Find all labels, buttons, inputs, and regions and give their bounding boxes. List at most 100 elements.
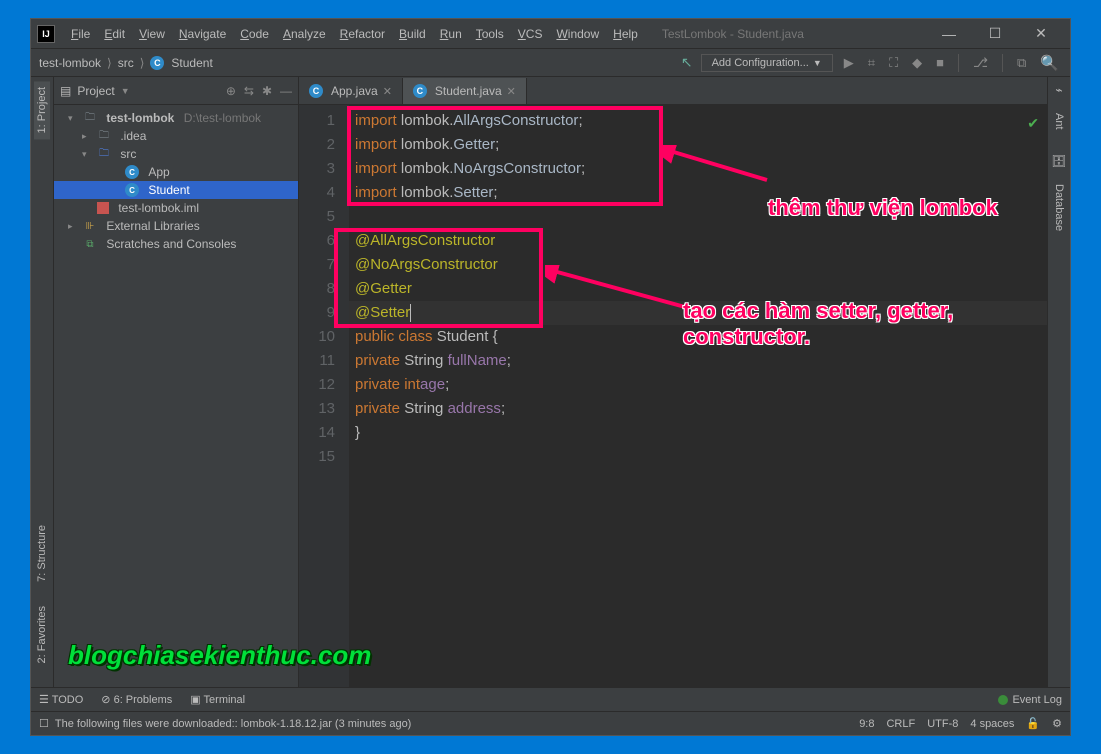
search-everywhere-icon[interactable]: ⧉ — [1014, 55, 1029, 71]
title-bar: IJ FileEditViewNavigateCodeAnalyzeRefact… — [31, 19, 1070, 49]
right-tool-stripe: ⌁ Ant 🗄 Database — [1047, 77, 1070, 687]
tab-label: Student.java — [435, 84, 502, 98]
indent-info[interactable]: 4 spaces — [970, 718, 1014, 730]
menu-navigate[interactable]: Navigate — [173, 24, 232, 44]
main-area: 1: Project 7: Structure 2: Favorites ▤ P… — [31, 77, 1070, 687]
code-line[interactable]: @AllArgsConstructor — [349, 229, 1047, 253]
structure-tool-tab[interactable]: 7: Structure — [34, 519, 50, 588]
file-encoding[interactable]: UTF-8 — [927, 718, 958, 730]
menu-window[interactable]: Window — [550, 24, 605, 44]
run-config-label: Add Configuration... — [712, 57, 809, 69]
code-line[interactable]: import lombok.AllArgsConstructor; — [349, 109, 1047, 133]
menu-file[interactable]: File — [65, 24, 96, 44]
tree-folder-idea[interactable]: ▸🗀 .idea — [54, 127, 298, 145]
menu-build[interactable]: Build — [393, 24, 432, 44]
code-line[interactable]: import lombok.NoArgsConstructor; — [349, 157, 1047, 181]
code-line[interactable]: private int age; — [349, 373, 1047, 397]
window-controls: — ☐ ✕ — [926, 20, 1064, 48]
inspection-ok-icon: ✔ — [1027, 111, 1039, 135]
folder-icon: 🗀 — [83, 111, 97, 125]
tree-scratches[interactable]: ⧉ Scratches and Consoles — [54, 235, 298, 253]
select-opened-file-icon[interactable]: ⊕ — [226, 84, 236, 98]
code-line[interactable]: private String fullName; — [349, 349, 1047, 373]
terminal-tab[interactable]: ▣ Terminal — [190, 693, 245, 706]
stop-icon[interactable]: ■ — [933, 55, 947, 70]
code-line[interactable]: import lombok.Setter; — [349, 181, 1047, 205]
code-line[interactable] — [349, 205, 1047, 229]
tree-external-libs[interactable]: ▸⊪ External Libraries — [54, 217, 298, 235]
tab-close-icon[interactable]: ✕ — [507, 85, 516, 98]
menu-help[interactable]: Help — [607, 24, 644, 44]
project-tool-window: ▤ Project ▼ ⊕ ⇆ ✱ — ▾🗀 test-lombok D:\te… — [54, 77, 299, 687]
line-separator[interactable]: CRLF — [886, 718, 915, 730]
tree-folder-src[interactable]: ▾🗀 src — [54, 145, 298, 163]
profile-icon[interactable]: ◆ — [909, 55, 925, 71]
project-panel-title[interactable]: Project — [77, 84, 114, 98]
menu-tools[interactable]: Tools — [470, 24, 510, 44]
code-line[interactable]: @Setter — [349, 301, 1047, 325]
memory-indicator-icon[interactable]: ⚙ — [1052, 717, 1062, 730]
breadcrumb-item[interactable]: Student — [171, 56, 212, 70]
window-title: TestLombok - Student.java — [662, 27, 804, 41]
caret-position[interactable]: 9:8 — [859, 718, 874, 730]
code-line[interactable]: @NoArgsConstructor — [349, 253, 1047, 277]
class-icon: C — [125, 183, 139, 197]
code-line[interactable]: public class Student { — [349, 325, 1047, 349]
run-icon[interactable]: ▶ — [841, 55, 857, 71]
code-content[interactable]: ✔ import lombok.AllArgsConstructor;impor… — [349, 105, 1047, 687]
project-tree: ▾🗀 test-lombok D:\test-lombok ▸🗀 .idea ▾… — [54, 105, 298, 257]
tab-close-icon[interactable]: ✕ — [383, 85, 392, 98]
code-line[interactable]: private String address; — [349, 397, 1047, 421]
menu-run[interactable]: Run — [434, 24, 468, 44]
menu-refactor[interactable]: Refactor — [334, 24, 391, 44]
class-icon: C — [125, 165, 139, 179]
build-icon[interactable]: ↖ — [681, 54, 693, 71]
menu-vcs[interactable]: VCS — [512, 24, 549, 44]
event-log-tab[interactable]: Event Log — [998, 694, 1062, 706]
favorites-tool-tab[interactable]: 2: Favorites — [34, 600, 50, 669]
todo-tab[interactable]: ☰ TODO — [39, 693, 83, 706]
editor-tab[interactable]: CStudent.java✕ — [403, 78, 527, 104]
debug-icon[interactable]: ⌗ — [865, 55, 878, 71]
left-tool-stripe: 1: Project 7: Structure 2: Favorites — [31, 77, 54, 687]
tree-class-student[interactable]: C Student — [54, 181, 298, 199]
expand-all-icon[interactable]: ⇆ — [244, 84, 254, 98]
tab-label: App.java — [331, 84, 378, 98]
editor-tab[interactable]: C App.java ✕ — [299, 78, 403, 104]
code-line[interactable]: import lombok.Getter; — [349, 133, 1047, 157]
coverage-icon[interactable]: ⛶ — [886, 55, 901, 71]
main-menu: FileEditViewNavigateCodeAnalyzeRefactorB… — [65, 24, 644, 44]
class-icon: C — [309, 84, 323, 98]
code-editor[interactable]: 123456789101112131415 ✔ import lombok.Al… — [299, 105, 1047, 687]
breadcrumb-item[interactable]: src — [118, 56, 134, 70]
menu-analyze[interactable]: Analyze — [277, 24, 332, 44]
project-tool-tab[interactable]: 1: Project — [34, 81, 50, 139]
code-line[interactable] — [349, 445, 1047, 469]
maximize-button[interactable]: ☐ — [972, 20, 1018, 48]
vcs-icon[interactable]: ⎇ — [970, 55, 991, 71]
run-configuration-dropdown[interactable]: Add Configuration...▼ — [701, 54, 833, 72]
tree-root[interactable]: ▾🗀 test-lombok D:\test-lombok — [54, 109, 298, 127]
settings-icon[interactable]: ✱ — [262, 84, 272, 98]
hide-icon[interactable]: — — [280, 84, 292, 98]
tree-class-app[interactable]: C App — [54, 163, 298, 181]
editor-tabs: C App.java ✕C Student.java ✕ — [299, 77, 1047, 105]
problems-tab[interactable]: ⊘ 6: Problems — [101, 693, 172, 706]
status-icon[interactable]: ☐ — [39, 717, 49, 730]
bottom-tool-bar: ☰ TODO ⊘ 6: Problems ▣ Terminal Event Lo… — [31, 687, 1070, 711]
breadcrumb-item[interactable]: test-lombok — [39, 56, 101, 70]
code-line[interactable]: } — [349, 421, 1047, 445]
close-button[interactable]: ✕ — [1018, 20, 1064, 48]
search-icon[interactable]: 🔍 — [1037, 54, 1062, 72]
database-tool-tab[interactable]: Database — [1051, 178, 1067, 237]
menu-edit[interactable]: Edit — [98, 24, 131, 44]
menu-view[interactable]: View — [133, 24, 171, 44]
ant-tool-tab[interactable]: Ant — [1051, 107, 1067, 136]
menu-code[interactable]: Code — [234, 24, 275, 44]
line-gutter: 123456789101112131415 — [299, 105, 349, 687]
readonly-lock-icon[interactable]: 🔓 — [1026, 717, 1040, 730]
minimize-button[interactable]: — — [926, 20, 972, 48]
code-line[interactable]: @Getter — [349, 277, 1047, 301]
tree-iml-file[interactable]: test-lombok.iml — [54, 199, 298, 217]
database-icon: 🗄 — [1051, 154, 1066, 168]
